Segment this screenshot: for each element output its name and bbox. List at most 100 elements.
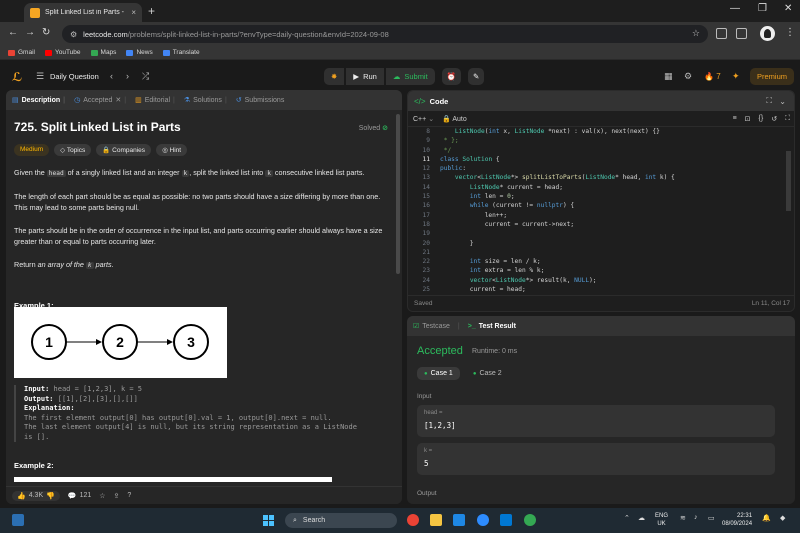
close-tab-icon[interactable]: ✕: [115, 96, 121, 104]
line-source[interactable]: current = current->next;: [430, 220, 574, 229]
line-source[interactable]: }: [430, 239, 474, 248]
close-window-icon[interactable]: ✕: [784, 3, 792, 14]
line-source[interactable]: vector<ListNode*> result(k, NULL);: [430, 276, 597, 285]
editor-scrollbar[interactable]: [786, 151, 791, 211]
submit-button[interactable]: ☁ Submit: [385, 68, 435, 85]
case-1-tab[interactable]: ● Case 1: [417, 367, 460, 380]
tab-submissions[interactable]: ↺ Submissions: [236, 96, 285, 105]
language-select[interactable]: C++ ⌄: [413, 115, 434, 123]
code-line[interactable]: 13 vector<ListNode*> splitListToParts(Li…: [408, 173, 788, 182]
tab-accepted[interactable]: ◷ Accepted ✕ |: [74, 96, 126, 105]
start-windows-icon[interactable]: [263, 515, 274, 526]
chrome-icon[interactable]: [407, 514, 419, 526]
code-line[interactable]: 10 */: [408, 146, 788, 155]
autocomplete-mode[interactable]: 🔒 Auto: [442, 115, 467, 123]
input-head-box[interactable]: head = [1,2,3]: [417, 405, 775, 437]
new-tab-button[interactable]: +: [148, 4, 155, 18]
line-source[interactable]: int extra = len % k;: [430, 266, 545, 275]
forward-icon[interactable]: →: [25, 27, 35, 38]
notes-icon[interactable]: ≡: [733, 115, 737, 122]
hint-chip[interactable]: ◎ Hint: [156, 144, 188, 156]
file-explorer-icon[interactable]: [430, 514, 442, 526]
bookmark-icon[interactable]: ⊡: [745, 115, 751, 123]
code-line[interactable]: 18 current = current->next;: [408, 220, 788, 229]
profile-avatar[interactable]: [760, 26, 775, 41]
zoom-icon[interactable]: [477, 514, 489, 526]
line-source[interactable]: public:: [430, 164, 466, 173]
fullscreen-icon[interactable]: ⛶: [785, 115, 790, 123]
bookmark-star-icon[interactable]: ☆: [692, 28, 700, 39]
code-line[interactable]: 24 vector<ListNode*> result(k, NULL);: [408, 276, 788, 285]
line-source[interactable]: [430, 229, 440, 238]
back-icon[interactable]: ←: [8, 27, 18, 38]
code-line[interactable]: 19: [408, 229, 788, 238]
run-button[interactable]: ▶ Run: [346, 68, 384, 85]
volume-icon[interactable]: ♪: [694, 514, 698, 521]
system-clock[interactable]: 22:31 08/09/2024: [722, 512, 752, 528]
prev-problem-icon[interactable]: ‹: [110, 71, 113, 81]
bookmark-news[interactable]: News: [126, 49, 153, 56]
code-line[interactable]: 16 while (current != nullptr) {: [408, 201, 788, 210]
bookmark-maps[interactable]: Maps: [90, 49, 116, 56]
tab-testcase[interactable]: ☑ Testcase: [413, 322, 450, 331]
line-source[interactable]: ListNode* current = head;: [430, 183, 563, 192]
code-line[interactable]: 8 ListNode(int x, ListNode *next) : val(…: [408, 127, 788, 136]
shuffle-icon[interactable]: ⤮: [142, 71, 149, 82]
vscode-icon[interactable]: [500, 514, 512, 526]
comments-button[interactable]: 💬 121: [68, 492, 91, 500]
description-scrollbar[interactable]: [396, 114, 400, 274]
braces-icon[interactable]: {}: [759, 115, 764, 122]
code-line[interactable]: 21: [408, 248, 788, 257]
tray-chevron-icon[interactable]: ⌃: [624, 514, 630, 522]
notes-button[interactable]: ✎: [468, 68, 485, 85]
line-source[interactable]: [430, 248, 440, 257]
code-line[interactable]: 22 int size = len / k;: [408, 257, 788, 266]
line-source[interactable]: while (current != nullptr) {: [430, 201, 574, 210]
collapse-panel-icon[interactable]: ⌄: [779, 97, 786, 106]
cloud-icon[interactable]: ☁: [638, 514, 645, 522]
problem-title[interactable]: 725. Split Linked List in Parts: [14, 120, 388, 134]
copilot-icon[interactable]: ◆: [780, 514, 785, 522]
problem-list-title[interactable]: Daily Question: [50, 72, 99, 81]
notification-bell-icon[interactable]: 🔔: [762, 514, 771, 522]
minimize-icon[interactable]: —: [730, 3, 740, 14]
tab-editorial[interactable]: ▥ Editorial |: [135, 96, 175, 105]
line-source[interactable]: vector<ListNode*> splitListToParts(ListN…: [430, 173, 675, 182]
widgets-icon[interactable]: [12, 514, 24, 526]
code-line[interactable]: 11 class Solution {: [408, 155, 788, 164]
companies-chip[interactable]: 🔒 Companies: [96, 144, 152, 156]
bookmark-youtube[interactable]: YouTube: [44, 49, 81, 56]
debug-button[interactable]: ✸: [324, 68, 345, 85]
line-source[interactable]: len++;: [430, 211, 507, 220]
help-button[interactable]: ?: [127, 492, 131, 499]
timer-button[interactable]: ⏰: [441, 68, 462, 85]
next-problem-icon[interactable]: ›: [126, 71, 129, 81]
tab-close-icon[interactable]: ×: [131, 8, 136, 17]
tab-description[interactable]: ▤ Description |: [12, 96, 65, 105]
line-source[interactable]: class Solution {: [430, 155, 500, 164]
problem-list-icon[interactable]: ☰: [36, 71, 44, 82]
battery-icon[interactable]: ▭: [708, 514, 715, 522]
favorite-button[interactable]: ☆: [99, 492, 105, 500]
tab-test-result[interactable]: >_ Test Result: [468, 323, 516, 330]
maximize-panel-icon[interactable]: ⛶: [766, 96, 772, 106]
topics-chip[interactable]: ◇ Topics: [54, 144, 92, 156]
reset-icon[interactable]: ↺: [771, 115, 777, 123]
code-line[interactable]: 12 public:: [408, 164, 788, 173]
site-info-icon[interactable]: ⚙: [70, 30, 77, 39]
input-k-box[interactable]: k = 5: [417, 443, 775, 475]
line-source[interactable]: int size = len / k;: [430, 257, 541, 266]
chrome-active-icon[interactable]: [524, 514, 536, 526]
extension-icon[interactable]: [716, 28, 727, 39]
line-source[interactable]: */: [430, 146, 451, 155]
streak-counter[interactable]: 🔥 7: [704, 72, 721, 81]
browser-tab[interactable]: Split Linked List in Parts - LeetC ×: [24, 3, 142, 22]
code-line[interactable]: 15 int len = 0;: [408, 192, 788, 201]
menu-kebab-icon[interactable]: ⋮: [785, 27, 795, 38]
case-2-tab[interactable]: ● Case 2: [466, 367, 509, 380]
line-source[interactable]: ListNode(int x, ListNode *next) : val(x)…: [430, 127, 660, 136]
line-source[interactable]: current = head;: [430, 285, 526, 294]
code-line[interactable]: 14 ListNode* current = head;: [408, 183, 788, 192]
maximize-icon[interactable]: ❐: [758, 3, 767, 14]
line-source[interactable]: int len = 0;: [430, 192, 515, 201]
